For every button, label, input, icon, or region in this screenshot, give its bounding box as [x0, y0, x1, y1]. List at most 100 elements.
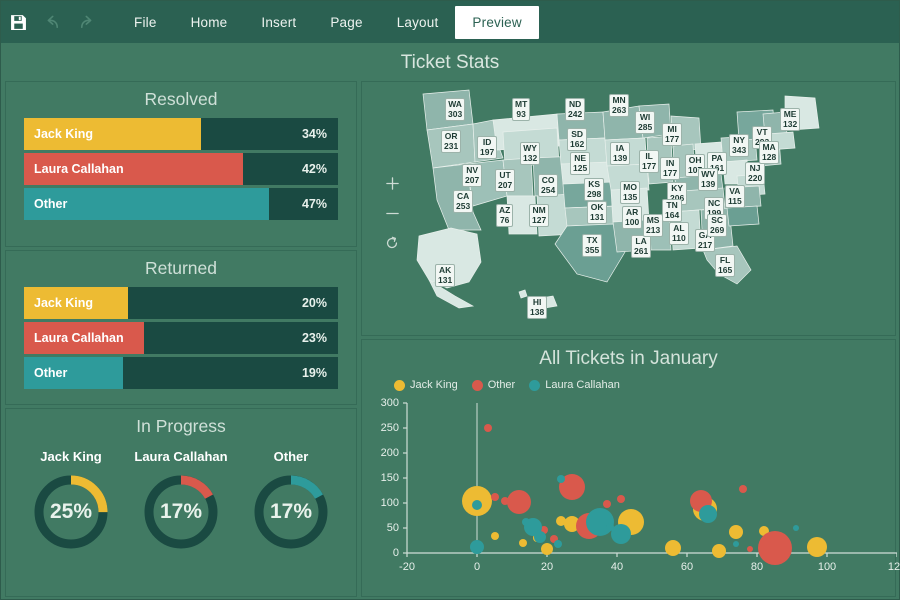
scatter-bubble[interactable]	[792, 525, 799, 531]
scatter-bubble[interactable]	[733, 541, 739, 547]
menu-item-layout[interactable]: Layout	[380, 7, 456, 37]
state-label-wi[interactable]: WI 285	[635, 111, 656, 134]
state-label-wy[interactable]: WY 132	[520, 142, 541, 165]
bar-label: Laura Callahan	[34, 331, 124, 345]
undo-icon[interactable]	[35, 1, 69, 43]
state-label-va[interactable]: VA 115	[725, 185, 745, 208]
state-label-ny[interactable]: NY 343	[729, 134, 750, 157]
bar-label: Laura Callahan	[34, 162, 124, 176]
state-label-la[interactable]: LA 261	[631, 235, 652, 258]
scatter-bubble[interactable]	[472, 499, 482, 510]
gauge-jack-king: Jack King 25%	[16, 449, 126, 552]
scatter-bubble[interactable]	[699, 505, 717, 523]
state-label-tx[interactable]: TX 355	[582, 234, 603, 257]
state-label-me[interactable]: ME 132	[780, 108, 801, 131]
scatter-bubble[interactable]	[518, 539, 527, 547]
state-label-mt[interactable]: MT 93	[512, 98, 531, 121]
legend-item[interactable]: Jack King	[394, 379, 458, 391]
scatter-bubble[interactable]	[610, 524, 631, 544]
state-value: 177	[663, 167, 678, 178]
state-label-sd[interactable]: SD 162	[567, 128, 588, 151]
state-label-id[interactable]: ID 197	[477, 136, 498, 159]
state-label-ne[interactable]: NE 125	[570, 152, 591, 175]
state-label-ok[interactable]: OK 131	[587, 201, 608, 224]
bar-fill: Other	[24, 357, 123, 389]
state-label-ca[interactable]: CA 253	[453, 190, 474, 213]
bar-fill: Laura Callahan	[24, 153, 243, 185]
state-label-nv[interactable]: NV 207	[462, 164, 483, 187]
scatter-bubble[interactable]	[747, 546, 753, 552]
state-value: 242	[568, 108, 583, 119]
scatter-bubble[interactable]	[602, 500, 611, 508]
legend-item[interactable]: Laura Callahan	[529, 379, 620, 391]
scatter-bubble[interactable]	[665, 540, 681, 556]
legend-item[interactable]: Other	[471, 379, 516, 391]
scatter-bubble[interactable]	[553, 540, 562, 548]
redo-icon[interactable]	[69, 1, 103, 43]
state-label-ms[interactable]: MS 213	[643, 214, 664, 237]
state-value: 164	[665, 209, 680, 220]
scatter-bubble[interactable]	[557, 475, 565, 483]
state-label-ar[interactable]: AR 100	[622, 206, 643, 229]
state-value: 261	[634, 245, 649, 256]
scatter-plot-area[interactable]: 050100150200250300-20020406080100120	[362, 397, 900, 573]
state-label-il[interactable]: IL 177	[639, 150, 660, 173]
state-label-wv[interactable]: WV 139	[698, 168, 719, 191]
state-label-mn[interactable]: MN 263	[609, 94, 630, 117]
state-label-tn[interactable]: TN 164	[662, 199, 683, 222]
scatter-bubble[interactable]	[470, 539, 484, 554]
menu-item-preview[interactable]: Preview	[455, 5, 539, 39]
scatter-bubble[interactable]	[739, 485, 747, 493]
state-label-mo[interactable]: MO 135	[620, 181, 641, 204]
scatter-bubble[interactable]	[711, 543, 726, 558]
state-label-mi[interactable]: MI 177	[662, 123, 683, 146]
legend-label: Other	[487, 379, 516, 391]
us-map[interactable]: WA 303 OR 231 ID 197 MT 93 WY 132 NV 207 UT 207 CA 253 A…	[407, 84, 877, 339]
state-label-in[interactable]: IN 177	[660, 157, 681, 180]
state-value: 139	[613, 152, 628, 163]
zoom-in-icon[interactable]	[380, 168, 404, 198]
state-label-hi[interactable]: HI 138	[527, 296, 548, 319]
state-label-co[interactable]: CO 254	[538, 174, 559, 197]
zoom-out-icon[interactable]	[380, 198, 404, 228]
state-label-ks[interactable]: KS 298	[584, 178, 605, 201]
state-label-ia[interactable]: IA 139	[610, 142, 631, 165]
state-label-fl[interactable]: FL 165	[715, 254, 736, 277]
save-icon[interactable]	[1, 1, 35, 43]
scatter-bubble[interactable]	[757, 531, 792, 565]
legend-swatch	[471, 379, 483, 391]
menu-item-insert[interactable]: Insert	[244, 7, 313, 37]
state-value: 162	[570, 138, 585, 149]
state-label-wa[interactable]: WA 303	[445, 98, 466, 121]
scatter-bubble[interactable]	[490, 493, 499, 501]
reset-icon[interactable]	[380, 228, 404, 258]
state-label-ma[interactable]: MA 128	[759, 141, 780, 164]
menu-item-file[interactable]: File	[117, 7, 174, 37]
scatter-bubble[interactable]	[806, 537, 827, 557]
state-label-sc[interactable]: SC 269	[707, 214, 728, 237]
scatter-bubble[interactable]	[541, 543, 553, 555]
state-label-nm[interactable]: NM 127	[529, 204, 550, 227]
menu-item-home[interactable]: Home	[174, 7, 245, 37]
panel-in-progress: In Progress Jack King 25% Laura Callahan 17…	[5, 408, 357, 597]
state-value: 76	[499, 214, 510, 225]
scatter-bubble[interactable]	[729, 525, 743, 539]
scatter-bubble[interactable]	[483, 424, 492, 432]
scatter-bubble[interactable]	[490, 531, 499, 540]
scatter-bubble[interactable]	[534, 530, 546, 543]
state-label-or[interactable]: OR 231	[441, 130, 462, 153]
y-axis-tick: 200	[380, 447, 399, 459]
scatter-bubble[interactable]	[585, 508, 614, 536]
state-label-az[interactable]: AZ 76	[496, 204, 514, 227]
state-label-al[interactable]: AL 110	[669, 222, 689, 245]
gauge-value: 25%	[49, 500, 93, 523]
state-label-ak[interactable]: AK 131	[435, 264, 456, 287]
scatter-bubble[interactable]	[616, 495, 625, 503]
scatter-bubble[interactable]	[507, 489, 531, 514]
state-label-nj[interactable]: NJ 220	[745, 162, 766, 185]
state-label-ut[interactable]: UT 207	[495, 169, 516, 192]
state-value: 139	[701, 178, 716, 189]
state-label-nd[interactable]: ND 242	[565, 98, 586, 121]
menu-item-page[interactable]: Page	[313, 7, 379, 37]
state-value: 253	[456, 200, 471, 211]
